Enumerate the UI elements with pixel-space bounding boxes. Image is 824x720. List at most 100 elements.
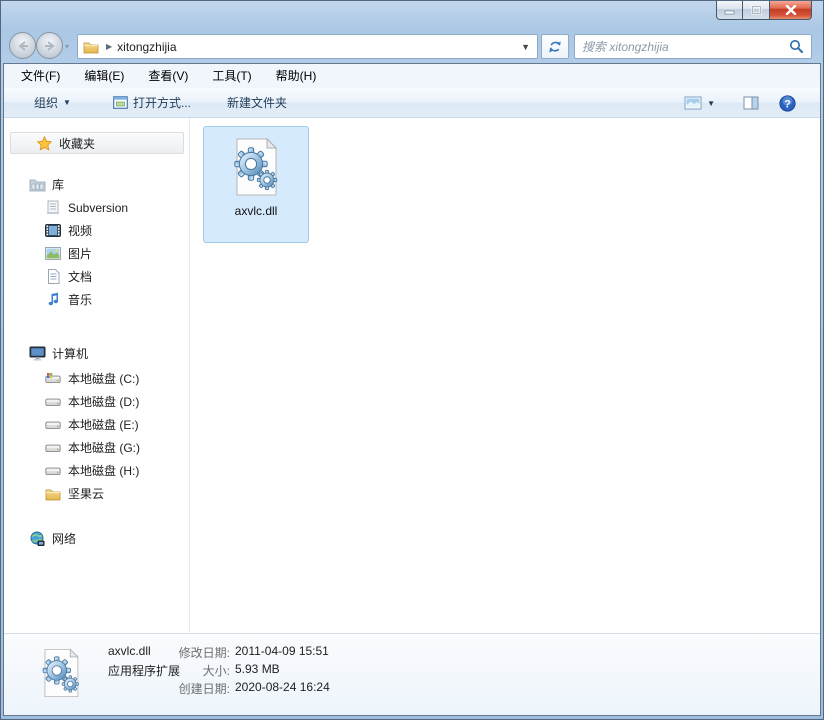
search-box xyxy=(574,34,812,59)
sidebar-item-videos[interactable]: 视频 xyxy=(44,220,92,241)
maximize-button[interactable] xyxy=(743,1,769,20)
window-controls xyxy=(716,1,812,20)
folder-icon xyxy=(83,39,99,55)
computer-icon xyxy=(28,346,46,361)
details-label-size: 大小: xyxy=(150,662,230,679)
drive-label: 本地磁盘 (G:) xyxy=(68,439,140,456)
sidebar-item-libraries[interactable]: 库 xyxy=(28,174,64,195)
address-dropdown-icon[interactable]: ▼ xyxy=(521,42,530,52)
network-icon xyxy=(28,531,46,547)
file-tile-axvlc-dll[interactable]: axvlc.dll xyxy=(203,126,309,243)
favorites-label: 收藏夹 xyxy=(59,135,95,152)
organize-button[interactable]: 组织 ▼ xyxy=(28,91,77,114)
recent-pages-chevron-icon[interactable]: ▾ xyxy=(65,42,69,51)
views-button[interactable]: ▼ xyxy=(678,93,721,113)
breadcrumb-segment[interactable]: xitongzhijia xyxy=(117,40,176,54)
address-bar[interactable]: ▶ xitongzhijia ▼ xyxy=(77,34,538,59)
breadcrumb-arrow-icon[interactable]: ▶ xyxy=(106,42,112,51)
dll-file-icon xyxy=(224,135,288,199)
help-icon: ? xyxy=(779,95,796,112)
open-with-icon xyxy=(113,96,128,109)
sidebar-item-network[interactable]: 网络 xyxy=(28,528,76,549)
subversion-library-icon xyxy=(44,200,62,215)
new-folder-button[interactable]: 新建文件夹 xyxy=(221,91,293,114)
forward-button[interactable] xyxy=(36,32,63,59)
folder-icon xyxy=(44,486,62,502)
window-client-area: 文件(F) 编辑(E) 查看(V) 工具(T) 帮助(H) 组织 ▼ 打开方式.… xyxy=(4,64,820,715)
dll-file-icon xyxy=(34,642,88,704)
chevron-down-icon: ▼ xyxy=(707,99,715,108)
documents-library-icon xyxy=(44,269,62,284)
menu-bar: 文件(F) 编辑(E) 查看(V) 工具(T) 帮助(H) xyxy=(4,64,820,88)
svg-text:?: ? xyxy=(784,98,791,110)
views-icon xyxy=(684,96,702,110)
drive-label: 本地磁盘 (C:) xyxy=(68,370,139,387)
sidebar-item-documents[interactable]: 文档 xyxy=(44,266,92,287)
close-icon xyxy=(785,5,797,15)
new-folder-label: 新建文件夹 xyxy=(227,94,287,111)
details-file-name: axvlc.dll xyxy=(108,644,151,658)
sidebar-item-pictures[interactable]: 图片 xyxy=(44,243,92,264)
navigation-bar: ▾ ▶ xitongzhijia ▼ xyxy=(0,30,824,64)
file-list-pane[interactable]: axvlc.dll xyxy=(190,118,820,633)
sidebar-item-subversion[interactable]: Subversion xyxy=(44,197,128,218)
body-area: 收藏夹 库 Subversion xyxy=(4,118,820,633)
menu-tools[interactable]: 工具(T) xyxy=(207,65,256,86)
menu-view[interactable]: 查看(V) xyxy=(143,65,193,86)
sidebar-item-drive-c[interactable]: 本地磁盘 (C:) xyxy=(44,368,139,389)
command-bar: 组织 ▼ 打开方式... 新建文件夹 xyxy=(4,88,820,118)
sidebar-item-music[interactable]: 音乐 xyxy=(44,289,92,310)
star-icon xyxy=(35,136,53,151)
system-drive-icon xyxy=(44,371,62,387)
sidebar-item-jianguoyun[interactable]: 坚果云 xyxy=(44,483,104,504)
menu-edit[interactable]: 编辑(E) xyxy=(79,65,129,86)
search-icon[interactable] xyxy=(789,39,804,54)
help-button[interactable]: ? xyxy=(773,92,802,115)
maximize-icon xyxy=(751,5,762,15)
folder-label: 坚果云 xyxy=(68,485,104,502)
search-input[interactable] xyxy=(582,36,789,57)
sidebar-item-computer[interactable]: 计算机 xyxy=(28,343,88,364)
details-label-modified: 修改日期: xyxy=(150,644,230,661)
library-item-label: 文档 xyxy=(68,268,92,285)
sidebar-item-drive-h[interactable]: 本地磁盘 (H:) xyxy=(44,460,139,481)
open-with-label: 打开方式... xyxy=(133,94,191,111)
network-label: 网络 xyxy=(52,530,76,547)
minimize-icon xyxy=(724,6,735,15)
library-item-label: 音乐 xyxy=(68,291,92,308)
computer-label: 计算机 xyxy=(52,345,88,362)
libraries-icon xyxy=(28,177,46,192)
menu-help[interactable]: 帮助(H) xyxy=(271,65,322,86)
navigation-pane: 收藏夹 库 Subversion xyxy=(4,118,189,633)
drive-label: 本地磁盘 (H:) xyxy=(68,462,139,479)
close-button[interactable] xyxy=(769,1,812,20)
minimize-button[interactable] xyxy=(716,1,743,20)
drive-icon xyxy=(44,417,62,433)
sidebar-item-drive-g[interactable]: 本地磁盘 (G:) xyxy=(44,437,140,458)
menu-file[interactable]: 文件(F) xyxy=(16,65,65,86)
drive-icon xyxy=(44,394,62,410)
details-value-modified: 2011-04-09 15:51 xyxy=(235,644,329,658)
refresh-icon xyxy=(548,40,562,54)
drive-label: 本地磁盘 (D:) xyxy=(68,393,139,410)
pictures-library-icon xyxy=(44,247,62,260)
video-library-icon xyxy=(44,224,62,237)
drive-label: 本地磁盘 (E:) xyxy=(68,416,139,433)
details-label-created: 创建日期: xyxy=(150,680,230,697)
forward-arrow-icon xyxy=(44,41,56,51)
library-item-label: 视频 xyxy=(68,222,92,239)
toolbar-right-group: ▼ ? xyxy=(678,88,802,118)
back-arrow-icon xyxy=(17,41,29,51)
libraries-label: 库 xyxy=(52,176,64,193)
open-with-button[interactable]: 打开方式... xyxy=(107,91,197,114)
sidebar-item-drive-e[interactable]: 本地磁盘 (E:) xyxy=(44,414,139,435)
back-button[interactable] xyxy=(9,32,36,59)
details-value-created: 2020-08-24 16:24 xyxy=(235,680,330,694)
preview-pane-button[interactable] xyxy=(737,93,765,113)
music-library-icon xyxy=(44,292,62,307)
explorer-window: ▾ ▶ xitongzhijia ▼ 文件(F) xyxy=(0,0,824,720)
details-value-size: 5.93 MB xyxy=(235,662,280,676)
refresh-button[interactable] xyxy=(541,34,569,59)
sidebar-item-favorites[interactable]: 收藏夹 xyxy=(10,132,184,154)
sidebar-item-drive-d[interactable]: 本地磁盘 (D:) xyxy=(44,391,139,412)
